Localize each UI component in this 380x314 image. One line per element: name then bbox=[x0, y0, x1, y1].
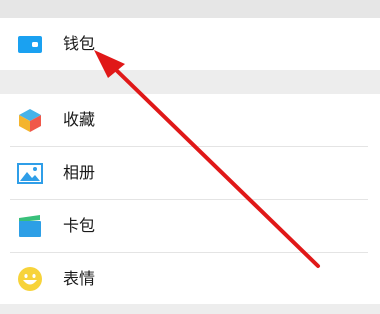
card-wallet-icon bbox=[17, 213, 43, 239]
menu-item-label: 卡包 bbox=[63, 216, 96, 235]
menu-item-album[interactable]: 相册 bbox=[0, 147, 380, 199]
menu-group: 收藏 相册 卡包 表情 bbox=[0, 94, 380, 304]
menu-item-card-wallet[interactable]: 卡包 bbox=[0, 200, 380, 252]
menu-item-label: 钱包 bbox=[63, 34, 96, 53]
top-strip bbox=[0, 0, 380, 18]
menu-item-wallet[interactable]: 钱包 bbox=[0, 18, 380, 70]
menu-item-label: 收藏 bbox=[63, 110, 96, 129]
menu-item-stickers[interactable]: 表情 bbox=[0, 253, 380, 305]
menu-item-label: 相册 bbox=[63, 163, 96, 182]
menu-item-label: 表情 bbox=[63, 269, 96, 288]
sticker-smiley-icon bbox=[17, 266, 43, 292]
album-image-icon bbox=[17, 160, 43, 186]
favorites-cube-icon bbox=[17, 107, 43, 133]
wallet-icon bbox=[17, 31, 43, 57]
wallet-group: 钱包 bbox=[0, 18, 380, 70]
menu-item-favorites[interactable]: 收藏 bbox=[0, 94, 380, 146]
